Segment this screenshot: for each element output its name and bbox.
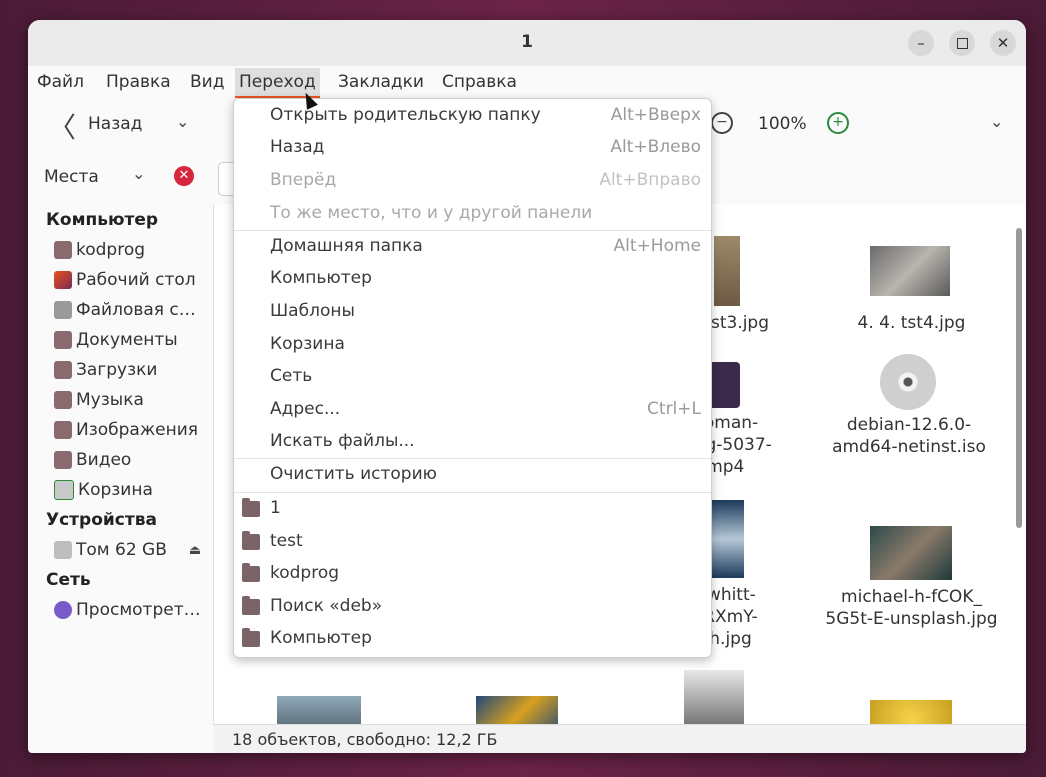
back-history-chevron-icon[interactable]: ⌄ <box>176 112 189 131</box>
places-label[interactable]: Места <box>44 167 99 187</box>
menu-view[interactable]: Вид <box>190 72 224 92</box>
maximize-icon <box>956 37 968 49</box>
sidebar-item-volume[interactable]: Том 62 GB ⏏ <box>54 540 201 560</box>
menu-history-item[interactable]: test <box>234 526 701 558</box>
menu-item-back[interactable]: Назад Alt+Влево <box>270 132 701 164</box>
sidebar-item-label: Том 62 GB <box>76 540 167 560</box>
sidebar-item-label: Музыка <box>76 390 144 410</box>
sidebar-item-label: kodprog <box>76 240 146 260</box>
sidebar-header-devices: Устройства <box>46 510 157 530</box>
maximize-button[interactable] <box>949 30 975 56</box>
menu-item-computer[interactable]: Компьютер <box>270 263 701 295</box>
file-name[interactable]: debian-12.6.0- amd64-netinst.iso <box>819 414 999 458</box>
sidebar-item-label: Документы <box>76 330 178 350</box>
menu-item-trash[interactable]: Корзина <box>270 329 701 361</box>
menu-history-item[interactable]: kodprog <box>234 558 701 590</box>
menu-history-item[interactable]: Поиск «deb» <box>234 591 701 623</box>
menu-bar: Файл Правка Вид Переход Закладки Справка <box>28 66 1026 99</box>
file-thumbnail[interactable] <box>870 246 950 296</box>
sidebar: Компьютер kodprog Рабочий стол Файловая … <box>28 204 214 725</box>
folder-icon <box>242 596 260 615</box>
minimize-icon: – <box>917 34 925 52</box>
sidebar-item-label: Корзина <box>78 480 153 500</box>
close-icon: ✕ <box>996 34 1010 52</box>
status-bar: 18 объектов, свободно: 12,2 ГБ <box>214 724 1026 753</box>
sidebar-item-label: Изображения <box>76 420 199 440</box>
sidebar-item-home[interactable]: kodprog <box>54 240 145 260</box>
sidebar-item-documents[interactable]: Документы <box>54 330 178 350</box>
menu-item-forward: Вперёд Alt+Вправо <box>270 170 701 190</box>
minimize-button[interactable]: – <box>908 30 934 56</box>
menu-history-item[interactable]: 1 <box>234 493 701 525</box>
sidebar-item-browse-network[interactable]: Просмотрет… <box>54 600 201 620</box>
sidebar-item-music[interactable]: Музыка <box>54 390 144 410</box>
downloads-folder-icon <box>54 361 72 379</box>
sidebar-header-computer: Компьютер <box>46 210 159 230</box>
title-bar[interactable]: 1 – ✕ <box>28 20 1026 66</box>
sidebar-item-label: Загрузки <box>76 360 158 380</box>
videos-folder-icon <box>54 451 72 469</box>
menu-item-home[interactable]: Домашняя папка Alt+Home <box>270 231 701 263</box>
network-icon <box>54 601 72 619</box>
folder-icon <box>242 628 260 647</box>
file-name[interactable]: 4. 4. tst4.jpg <box>834 312 989 334</box>
vertical-scrollbar[interactable] <box>1016 228 1022 528</box>
sidebar-item-videos[interactable]: Видео <box>54 450 131 470</box>
home-folder-icon <box>242 563 260 582</box>
zoom-in-icon[interactable]: + <box>827 112 849 134</box>
file-name[interactable]: st3.jpg <box>700 312 780 334</box>
menu-item-clear-history[interactable]: Очистить историю <box>270 459 701 491</box>
sidebar-item-label: Видео <box>76 450 132 470</box>
sidebar-item-label: Рабочий стол <box>76 270 196 290</box>
eject-icon[interactable]: ⏏ <box>189 543 201 558</box>
sidebar-item-filesystem[interactable]: Файловая с… <box>54 300 196 320</box>
back-arrow-icon[interactable]: 〈 <box>48 106 76 146</box>
sidebar-header-network: Сеть <box>46 570 91 590</box>
home-folder-icon <box>54 241 72 259</box>
disc-image-icon[interactable] <box>880 354 936 410</box>
window-title: 1 <box>521 32 533 52</box>
menu-help[interactable]: Справка <box>442 72 517 92</box>
folder-icon <box>242 531 260 550</box>
zoom-level: 100% <box>758 114 807 134</box>
menu-edit[interactable]: Правка <box>106 72 171 92</box>
menu-item-open-parent[interactable]: Открыть родительскую папку Alt+Вверх <box>270 100 701 132</box>
desktop-icon <box>54 271 72 289</box>
drive-icon <box>54 301 72 319</box>
menu-item-same-location: То же место, что и у другой панели <box>270 203 593 223</box>
menu-item-templates[interactable]: Шаблоны <box>270 296 701 328</box>
go-menu-dropdown: Открыть родительскую папку Alt+Вверх Наза… <box>233 98 712 658</box>
menu-bookmarks[interactable]: Закладки <box>338 72 424 92</box>
status-text: 18 объектов, свободно: 12,2 ГБ <box>232 730 498 749</box>
sidebar-item-desktop[interactable]: Рабочий стол <box>54 270 196 290</box>
places-chevron-icon[interactable]: ⌄ <box>132 164 145 183</box>
menu-item-network[interactable]: Сеть <box>270 361 701 393</box>
documents-folder-icon <box>54 331 72 349</box>
usb-drive-icon <box>54 541 72 559</box>
sidebar-item-label: Просмотрет… <box>76 600 201 620</box>
file-thumbnail[interactable] <box>714 236 740 306</box>
sidebar-item-trash[interactable]: Корзина <box>54 480 153 500</box>
folder-icon <box>242 498 260 517</box>
sidebar-item-downloads[interactable]: Загрузки <box>54 360 157 380</box>
music-folder-icon <box>54 391 72 409</box>
menu-item-location[interactable]: Адрес... Ctrl+L <box>270 394 701 426</box>
trash-icon <box>54 480 74 500</box>
file-thumbnail[interactable] <box>870 526 952 580</box>
back-button-label[interactable]: Назад <box>88 114 142 134</box>
close-button[interactable]: ✕ <box>990 30 1016 56</box>
pictures-folder-icon <box>54 421 72 439</box>
menu-file[interactable]: Файл <box>37 72 84 92</box>
zoom-out-icon[interactable]: − <box>711 112 733 134</box>
toolbar-more-chevron-icon[interactable]: ⌄ <box>990 112 1003 131</box>
menu-item-search-files[interactable]: Искать файлы... <box>270 426 701 458</box>
sidebar-item-pictures[interactable]: Изображения <box>54 420 198 440</box>
file-name[interactable]: michael-h-fCOK_ 5G5t-E-unsplash.jpg <box>824 586 999 630</box>
sidebar-item-label: Файловая с… <box>76 300 196 320</box>
menu-history-item[interactable]: Компьютер <box>234 623 701 655</box>
close-sidebar-icon[interactable]: ✕ <box>174 166 194 186</box>
